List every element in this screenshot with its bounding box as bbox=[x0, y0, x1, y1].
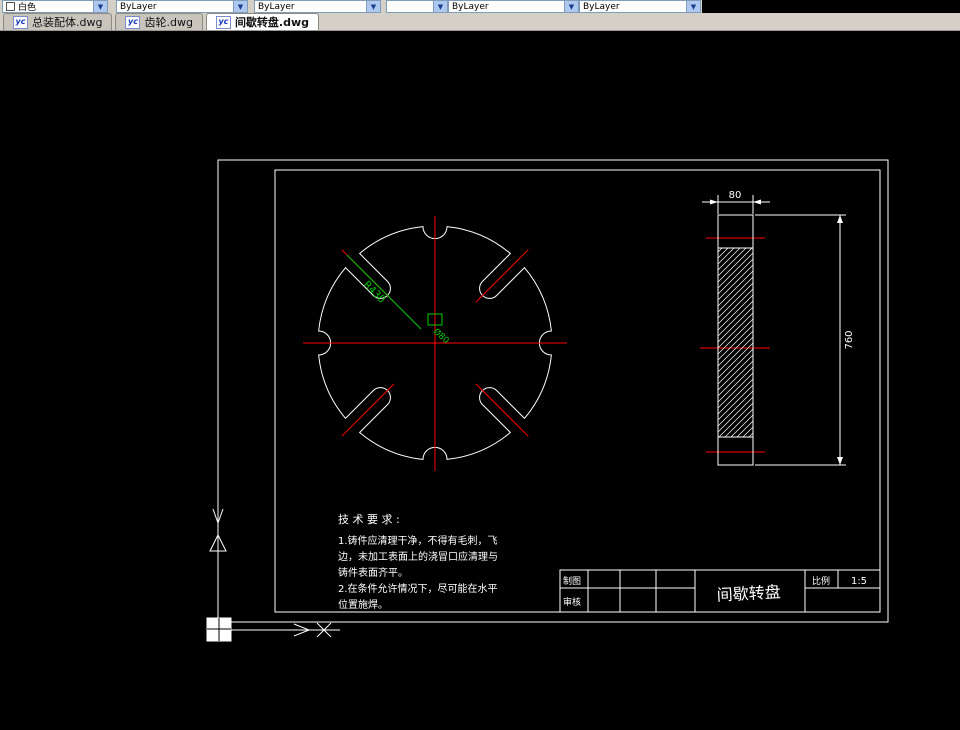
drawn-by-label: 制图 bbox=[563, 575, 581, 587]
scale-label: 比例 bbox=[812, 575, 830, 587]
chevron-down-icon[interactable]: ▼ bbox=[93, 1, 107, 12]
dwg-file-icon: yc bbox=[125, 15, 141, 29]
linetype-combo[interactable]: ByLayer ▼ bbox=[254, 0, 381, 13]
margin-marks bbox=[206, 508, 340, 642]
layer-combo[interactable]: ByLayer ▼ bbox=[116, 0, 248, 13]
linetype-combo-value: ByLayer bbox=[258, 1, 295, 12]
chevron-down-icon[interactable]: ▼ bbox=[433, 1, 447, 12]
part-name: 间歇转盘 bbox=[716, 582, 781, 604]
small-combo[interactable]: ▼ bbox=[386, 0, 448, 13]
chevron-down-icon[interactable]: ▼ bbox=[233, 1, 247, 12]
lineweight-combo-value: ByLayer bbox=[452, 1, 489, 12]
property-toolbar-panel: 白色 ▼ ByLayer ▼ ByLayer ▼ ▼ ByLayer ▼ ByL… bbox=[0, 0, 702, 13]
slot-centerline bbox=[341, 383, 395, 437]
tech-req-title: 技 术 要 求 : bbox=[338, 513, 400, 526]
tab-label: 间歇转盘.dwg bbox=[234, 16, 310, 29]
radius-leader-line bbox=[346, 254, 422, 330]
tech-req-line: 位置施焊。 bbox=[338, 598, 388, 611]
side-view bbox=[717, 214, 754, 466]
drawing-canvas[interactable]: R430 Ø80 80 760 技 术 要 求: 1.铸件应清理干净，不得有毛… bbox=[0, 31, 960, 730]
title-block: 制图 审核 间歇转盘 比例 1:5 bbox=[559, 569, 881, 613]
checked-by-label: 审核 bbox=[563, 596, 581, 608]
tech-req-line: 铸件表面齐平。 bbox=[338, 566, 408, 579]
color-combo[interactable]: 白色 ▼ bbox=[2, 0, 108, 13]
tech-req-line: 边，未加工表面上的浇冒口应清理与 bbox=[338, 550, 498, 563]
section-hatch bbox=[717, 247, 754, 438]
dwg-file-icon: yc bbox=[13, 15, 28, 29]
style-combo[interactable]: ByLayer ▼ bbox=[579, 0, 701, 13]
tab-label: 齿轮.dwg bbox=[144, 16, 193, 29]
radius-dimension-text[interactable]: R430 bbox=[361, 279, 387, 305]
cad-application-window: 白色 ▼ ByLayer ▼ ByLayer ▼ ▼ ByLayer ▼ ByL… bbox=[0, 0, 960, 730]
green-annotations: R430 Ø80 bbox=[346, 254, 451, 346]
tab-geneva-disc-dwg[interactable]: yc 间歇转盘.dwg bbox=[205, 13, 320, 30]
color-swatch bbox=[6, 2, 15, 11]
tab-label: 总装配体.dwg bbox=[32, 16, 103, 29]
tab-assembly-dwg[interactable]: yc 总装配体.dwg bbox=[3, 13, 113, 30]
height-dim-text[interactable]: 760 bbox=[844, 330, 855, 349]
tab-gear-dwg[interactable]: yc 齿轮.dwg bbox=[115, 13, 203, 30]
sheet-outer-frame bbox=[217, 159, 889, 623]
document-tabbar: yc 总装配体.dwg yc 齿轮.dwg yc 间歇转盘.dwg bbox=[0, 13, 960, 31]
centerlines bbox=[303, 216, 770, 471]
slot-centerline bbox=[475, 383, 529, 437]
chevron-down-icon[interactable]: ▼ bbox=[366, 1, 380, 12]
width-dim-text[interactable]: 80 bbox=[729, 190, 742, 201]
chevron-down-icon[interactable]: ▼ bbox=[564, 1, 578, 12]
chevron-down-icon[interactable]: ▼ bbox=[686, 1, 700, 12]
arrowhead bbox=[837, 457, 843, 465]
arrowhead bbox=[753, 199, 761, 205]
tech-req-line: 1.铸件应清理干净，不得有毛刺，飞 bbox=[338, 534, 498, 547]
scale-value: 1:5 bbox=[851, 576, 867, 587]
lineweight-combo[interactable]: ByLayer ▼ bbox=[448, 0, 579, 13]
tech-req-line: 2.在条件允许情况下，尽可能在水平 bbox=[338, 582, 498, 595]
drawing-viewport[interactable]: R430 Ø80 80 760 技 术 要 求: 1.铸件应清理干净，不得有毛… bbox=[0, 31, 960, 730]
width-dimension: 80 bbox=[702, 190, 770, 214]
dwg-file-icon: yc bbox=[215, 15, 231, 29]
color-combo-value: 白色 bbox=[18, 3, 37, 13]
height-dimension: 760 bbox=[755, 214, 855, 466]
property-toolbar: 白色 ▼ ByLayer ▼ ByLayer ▼ ▼ ByLayer ▼ ByL… bbox=[0, 0, 960, 13]
arrowhead bbox=[837, 215, 843, 223]
slot-centerline bbox=[475, 249, 529, 303]
style-combo-value: ByLayer bbox=[583, 1, 620, 12]
arrowhead bbox=[710, 199, 718, 205]
technical-requirements: 技 术 要 求 : 1.铸件应清理干净，不得有毛刺，飞 边，未加工表面上的浇冒口… bbox=[338, 513, 498, 611]
layer-combo-value: ByLayer bbox=[120, 1, 157, 12]
